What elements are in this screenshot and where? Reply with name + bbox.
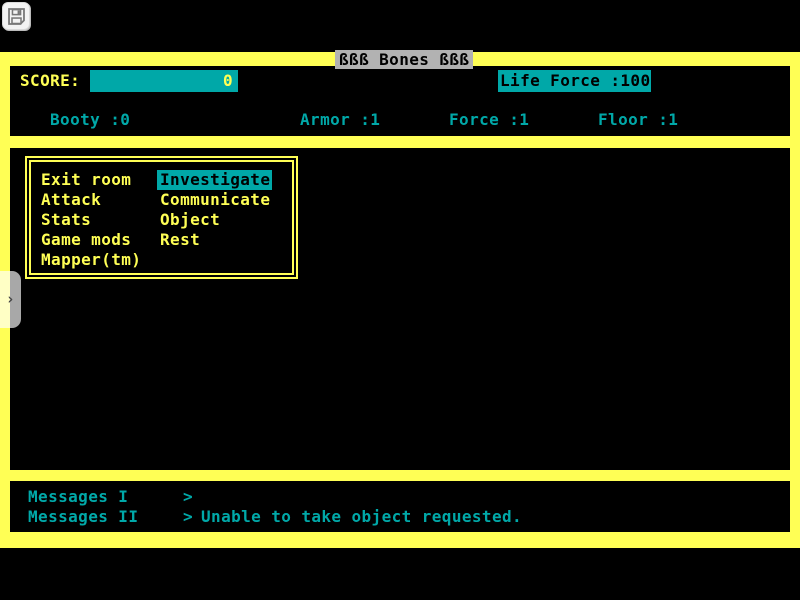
- menu-item-stats[interactable]: Stats: [41, 210, 141, 230]
- messages-2-text: Unable to take object requested.: [201, 508, 522, 526]
- game-screen: › ßßß Bones ßßß SCORE: 0 Life Force :100…: [0, 0, 800, 600]
- selected-menu-highlight: Investigate: [157, 170, 272, 190]
- chevron-right-icon: ›: [6, 292, 15, 307]
- menu-column-left: Exit room Attack Stats Game mods Mapper(…: [41, 170, 141, 270]
- floppy-disk-icon: [7, 7, 26, 26]
- menu-item-investigate[interactable]: Investigate: [157, 170, 272, 190]
- menu-item-object[interactable]: Object: [157, 210, 272, 230]
- stat-booty: Booty :0: [50, 111, 130, 129]
- menu-item-attack[interactable]: Attack: [41, 190, 141, 210]
- messages-2-label: Messages II: [28, 508, 138, 526]
- score-bar: 0: [90, 70, 238, 92]
- messages-1-label: Messages I: [28, 488, 128, 506]
- messages-2-prompt: >: [183, 508, 193, 526]
- menu-item-game-mods[interactable]: Game mods: [41, 230, 141, 250]
- life-force-badge: Life Force :100: [498, 70, 651, 92]
- save-button[interactable]: [2, 2, 30, 30]
- menu-column-right: Investigate Communicate Object Rest: [157, 170, 272, 250]
- menu-item-communicate[interactable]: Communicate: [157, 190, 272, 210]
- menu-item-exit-room[interactable]: Exit room: [41, 170, 141, 190]
- score-value: 0: [223, 70, 233, 92]
- stat-floor: Floor :1: [598, 111, 678, 129]
- score-label: SCORE:: [20, 70, 80, 92]
- menu-item-rest[interactable]: Rest: [157, 230, 272, 250]
- messages-1-prompt: >: [183, 488, 193, 506]
- stat-armor: Armor :1: [300, 111, 380, 129]
- menu-item-mapper[interactable]: Mapper(tm): [41, 250, 141, 270]
- window-title: ßßß Bones ßßß: [335, 50, 473, 69]
- side-panel-expand-tab[interactable]: ›: [0, 271, 21, 328]
- stat-force: Force :1: [449, 111, 529, 129]
